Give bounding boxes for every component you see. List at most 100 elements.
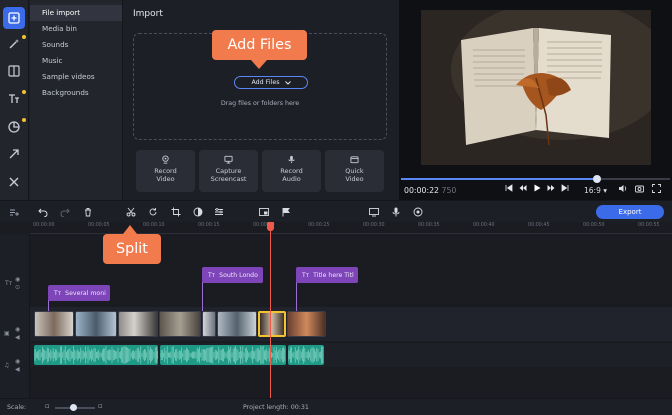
title-clip[interactable]: Tт Several moni xyxy=(48,285,110,301)
status-bar: Scale: ▫ ▫ Project length: 00:31 xyxy=(0,398,672,415)
transitions-icon[interactable] xyxy=(3,60,25,82)
zoom-out-icon[interactable]: ▫ xyxy=(45,402,50,410)
video-track-mute-icon[interactable]: ◀ xyxy=(15,334,20,341)
sidebar-item-sounds[interactable]: Sounds xyxy=(30,37,122,53)
add-track-icon[interactable] xyxy=(9,207,19,217)
sidebar-item-media-bin[interactable]: Media bin xyxy=(30,21,122,37)
sidebar-item-file-import[interactable]: File import xyxy=(30,5,122,21)
playback-progress[interactable] xyxy=(401,175,670,183)
title-clip-icon: Tт xyxy=(54,289,62,297)
webcam-record-icon[interactable] xyxy=(413,207,423,217)
video-clip[interactable] xyxy=(159,311,201,337)
audio-waveform xyxy=(160,346,286,364)
record-audio-line2: Audio xyxy=(282,175,301,183)
ruler-tick-label: 00:00:25 xyxy=(308,223,330,228)
add-files-callout: Add Files xyxy=(212,30,307,69)
timecode: 00:00:22 750 xyxy=(404,186,456,195)
split-callout: Split xyxy=(103,225,161,264)
video-clip[interactable] xyxy=(118,311,158,337)
record-audio-line1: Record xyxy=(280,167,303,175)
timeline-toolbar: Export xyxy=(0,200,672,222)
snapshot-icon[interactable] xyxy=(635,184,644,193)
progress-knob[interactable] xyxy=(593,175,602,183)
sidebar-item-backgrounds[interactable]: Backgrounds xyxy=(30,85,122,101)
clip-properties-icon[interactable] xyxy=(214,207,224,217)
title-track-icon: Tт xyxy=(5,280,13,287)
video-track-visibility-icon[interactable]: ◉ xyxy=(15,326,20,333)
stickers-icon[interactable] xyxy=(3,116,26,138)
fullscreen-icon[interactable] xyxy=(652,184,661,193)
record-audio-button[interactable]: Record Audio xyxy=(262,150,321,192)
playhead-handle[interactable] xyxy=(267,222,274,231)
volume-icon[interactable] xyxy=(618,184,627,193)
ruler-tick-label: 00:00:30 xyxy=(363,223,385,228)
preview-panel: 00:00:22 750 16:9 ▾ xyxy=(399,0,672,200)
play-icon[interactable] xyxy=(533,184,541,192)
title-clip[interactable]: Tт South Londo xyxy=(202,267,263,283)
step-forward-icon[interactable] xyxy=(547,184,555,192)
voiceover-mic-icon[interactable] xyxy=(391,207,401,217)
monitor-icon xyxy=(224,155,233,164)
crop-icon[interactable] xyxy=(171,207,181,217)
ruler-tick-label: 00:00:15 xyxy=(198,223,220,228)
delete-icon[interactable] xyxy=(83,207,93,217)
record-video-button[interactable]: Record Video xyxy=(136,150,195,192)
aspect-ratio-select[interactable]: 16:9 ▾ xyxy=(584,186,607,195)
playhead[interactable] xyxy=(267,222,274,398)
left-toolbar xyxy=(0,0,29,200)
screen-record-icon[interactable] xyxy=(369,207,379,217)
drop-hint: Drag files or folders here xyxy=(220,100,300,107)
audio-track-mute-icon[interactable]: ◀ xyxy=(15,366,20,373)
skip-start-icon[interactable] xyxy=(505,184,513,192)
title-track-visibility-icon[interactable]: ◉ xyxy=(15,276,20,283)
video-clip[interactable] xyxy=(34,311,74,337)
video-editor-window: File import Media bin Sounds Music Sampl… xyxy=(0,0,672,415)
record-video-line1: Record xyxy=(154,167,177,175)
zoom-in-icon[interactable]: ▫ xyxy=(98,402,103,410)
skip-end-icon[interactable] xyxy=(561,184,569,192)
titles-icon[interactable] xyxy=(3,88,26,110)
audio-track-visibility-icon[interactable]: ◉ xyxy=(15,358,20,365)
video-clip[interactable] xyxy=(287,311,326,337)
sidebar-item-sample-videos[interactable]: Sample videos xyxy=(30,69,122,85)
step-back-icon[interactable] xyxy=(519,184,527,192)
audio-clip[interactable] xyxy=(160,345,286,365)
audio-clip[interactable] xyxy=(34,345,158,365)
title-track-lock-icon[interactable]: ⊙ xyxy=(15,284,20,291)
time-current: 00:00:22 xyxy=(404,186,440,195)
title-clip[interactable]: Tт Title here Titl xyxy=(296,267,358,283)
video-clip-selected[interactable] xyxy=(258,311,286,337)
quick-video-line2: Video xyxy=(345,175,364,183)
video-clip[interactable] xyxy=(202,311,216,337)
audio-track-icon: ♫ xyxy=(4,362,10,369)
import-icon[interactable] xyxy=(3,7,25,29)
quick-video-button[interactable]: Quick Video xyxy=(325,150,384,192)
color-adjust-icon[interactable] xyxy=(193,207,203,217)
magic-wand-icon[interactable] xyxy=(3,33,26,55)
export-button[interactable]: Export xyxy=(596,205,664,219)
timeline[interactable]: 00:00:00 00:00:05 00:00:10 00:00:15 00:00:20… xyxy=(0,222,672,398)
add-files-select[interactable]: Add Files xyxy=(234,76,308,89)
marker-flag-icon[interactable] xyxy=(281,207,291,217)
tools-icon[interactable] xyxy=(3,171,25,193)
add-files-label: Add Files xyxy=(251,79,280,86)
sidebar-item-music[interactable]: Music xyxy=(30,53,122,69)
scale-slider[interactable] xyxy=(55,404,95,411)
arrow-icon[interactable] xyxy=(3,143,25,165)
ruler-tick-label: 00:00:00 xyxy=(33,223,55,228)
title-clip-label: Title here Titl xyxy=(313,271,354,279)
redo-icon[interactable] xyxy=(60,207,70,217)
capture-screencast-button[interactable]: Capture Screencast xyxy=(199,150,258,192)
pip-icon[interactable] xyxy=(259,207,269,217)
scale-label: Scale: xyxy=(7,404,27,411)
split-scissors-icon[interactable] xyxy=(126,207,136,217)
quick-video-line1: Quick xyxy=(345,167,364,175)
video-clip[interactable] xyxy=(217,311,257,337)
scale-knob[interactable] xyxy=(70,404,77,411)
undo-icon[interactable] xyxy=(38,207,48,217)
rotate-icon[interactable] xyxy=(148,207,158,217)
title-stem xyxy=(202,282,203,311)
video-clip[interactable] xyxy=(75,311,117,337)
video-preview[interactable] xyxy=(421,10,651,165)
audio-clip[interactable] xyxy=(288,345,324,365)
